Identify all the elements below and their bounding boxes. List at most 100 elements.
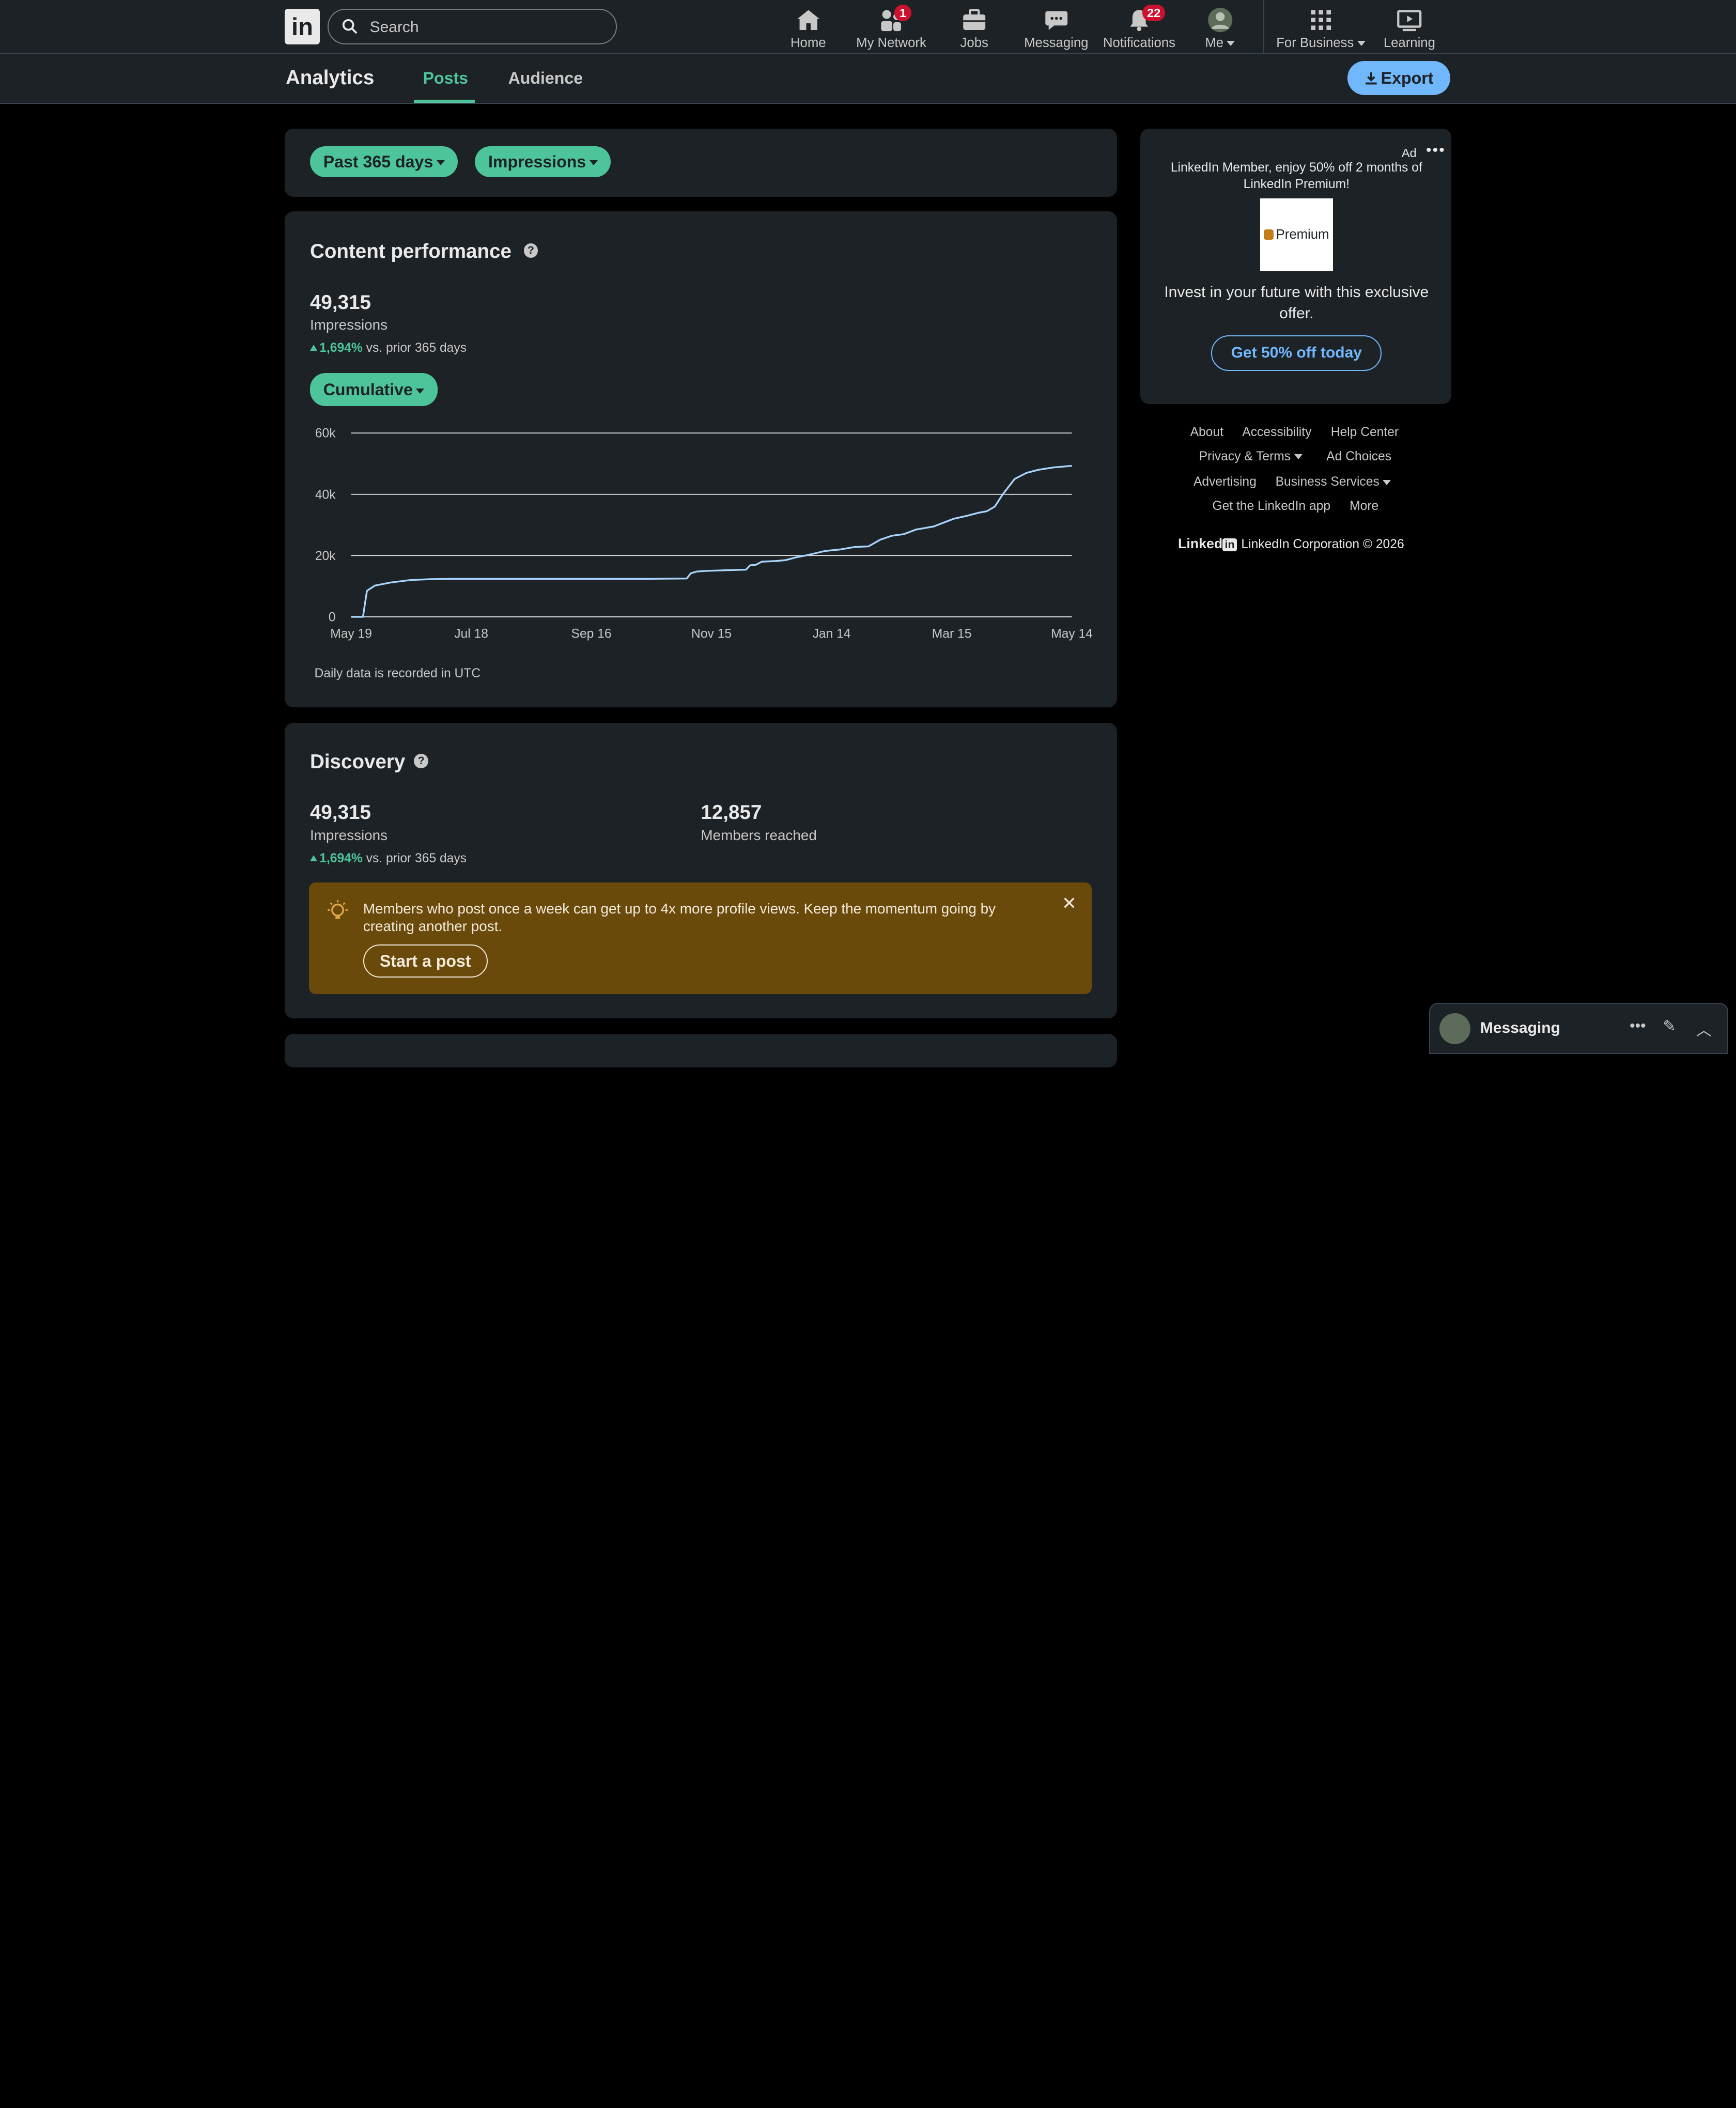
cumulative-toggle[interactable]: Cumulative [309,373,438,407]
nav-for-business-label: For Business [1273,36,1368,51]
tab-audience[interactable]: Audience [508,69,583,88]
chevron-down-icon [416,388,425,394]
x-tick-label: Jul 18 [454,627,488,641]
chevron-down-icon [1383,479,1391,485]
compose-icon[interactable]: ✎ [1663,1017,1676,1035]
members-reached-label: Members reached [701,827,817,843]
ad-label: Ad [1401,146,1417,160]
x-tick-label: Jan 14 [812,627,850,641]
nav-divider [1263,0,1265,54]
messaging-label: Messaging [1480,1019,1560,1037]
analytics-header: Analytics Posts Audience Export [0,54,1736,104]
search-placeholder: Search [369,19,419,36]
trend-up-icon [309,345,317,351]
copyright-text: LinkedIn Corporation © 2026 [1241,537,1404,552]
more-options-icon[interactable]: ••• [1426,142,1446,159]
notifications-badge: 22 [1142,4,1165,21]
search-icon [342,19,358,34]
chevron-down-icon [1294,454,1303,459]
close-icon[interactable]: ✕ [1062,893,1077,914]
section-title: Discovery [309,750,406,773]
footer-link-help-center[interactable]: Help Center [1331,425,1399,440]
impressions-label: Impressions [309,316,388,333]
y-tick-label: 20k [315,549,336,563]
nav-home[interactable]: Home [782,5,835,51]
premium-logo: Premium [1260,198,1333,271]
top-nav: in Search Home 1 My Network Jobs Messagi… [0,0,1736,54]
impressions-value: 49,315 [309,801,371,824]
utc-note: Daily data is recorded in UTC [314,666,481,680]
date-range-label: Past 365 days [323,152,433,171]
posting-tip-banner: Members who post once a week can get up … [308,882,1092,995]
nav-me[interactable]: Me [1198,5,1243,51]
nav-me-label: Me [1198,36,1243,51]
nav-messaging-label: Messaging [1024,35,1089,50]
linkedin-in-mark: in [1222,538,1237,552]
grid-icon [1311,10,1331,30]
linkedin-logo[interactable]: in [284,9,320,44]
nav-home-label: Home [790,35,826,50]
chevron-down-icon [1227,40,1235,46]
messaging-overlay[interactable]: Messaging ••• ✎ ︿ [1429,1003,1728,1054]
impressions-value: 49,315 [309,291,371,314]
active-tab-indicator [414,99,475,103]
nav-learning-label: Learning [1383,35,1435,50]
nav-for-business[interactable]: For Business [1273,5,1368,51]
section-title: Content performance [309,240,512,262]
linkedin-wordmark: Linked [1178,536,1223,552]
ad-cta-button[interactable]: Get 50% off today [1211,335,1382,371]
more-options-icon[interactable]: ••• [1630,1017,1646,1035]
help-icon[interactable]: ? [414,754,429,769]
footer-link-about[interactable]: About [1190,425,1223,440]
briefcase-icon [963,9,986,30]
cumulative-label: Cumulative [323,380,413,399]
footer-link-more[interactable]: More [1350,499,1378,514]
tab-posts[interactable]: Posts [423,69,468,88]
footer-link-business-services[interactable]: Business Services [1276,475,1391,489]
nav-notifications[interactable]: 22 Notifications [1100,4,1178,51]
nav-jobs-label: Jobs [960,35,988,50]
nav-my-network[interactable]: 1 My Network [853,4,930,51]
members-reached-value: 12,857 [701,801,762,824]
date-range-filter[interactable]: Past 365 days [309,146,458,177]
footer-link-accessibility[interactable]: Accessibility [1242,425,1311,440]
messaging-icon [1045,11,1067,30]
next-section-card [284,1034,1118,1067]
footer-link-get-app[interactable]: Get the LinkedIn app [1212,499,1330,514]
premium-ad-card: Ad ••• LinkedIn Member, enjoy 50% off 2 … [1140,128,1452,405]
x-tick-label: Nov 15 [691,627,732,641]
metric-filter[interactable]: Impressions [475,146,611,177]
footer-link-advertising[interactable]: Advertising [1194,475,1257,489]
corporation-notice: Linked in LinkedIn Corporation © 2026 [1178,536,1404,552]
impressions-label: Impressions [309,827,388,843]
impressions-delta: 1,694% vs. prior 365 days [309,851,467,866]
nav-learning[interactable]: Learning [1380,5,1439,51]
export-label: Export [1381,68,1434,87]
start-post-button[interactable]: Start a post [363,944,488,978]
premium-icon [1264,229,1274,240]
my-network-badge: 1 [894,4,911,21]
chevron-down-icon [436,160,445,165]
nav-jobs[interactable]: Jobs [950,5,999,51]
x-tick-label: May 19 [330,627,372,641]
search-input[interactable]: Search [328,9,617,44]
avatar [1207,7,1232,33]
footer-link-ad-choices[interactable]: Ad Choices [1326,450,1391,464]
nav-messaging[interactable]: Messaging [1021,5,1092,51]
nav-my-network-label: My Network [856,35,926,50]
footer-link-privacy-terms[interactable]: Privacy & Terms [1199,450,1303,464]
content-performance-card: Content performance ? 49,315 Impressions… [284,211,1118,708]
ad-body: Invest in your future with this exclusiv… [1164,284,1429,322]
help-icon[interactable]: ? [523,243,538,258]
chevron-down-icon [1357,40,1366,46]
x-tick-label: May 14 [1051,627,1093,641]
export-button[interactable]: Export [1347,60,1451,96]
chevron-up-icon[interactable]: ︿ [1696,1017,1712,1040]
download-icon [1365,72,1377,85]
impressions-line-chart: 0 20k 40k 60k May 19 Jul 18 Sep 16 Nov 15 Jan 14… [315,426,1093,641]
lightbulb-icon [328,900,348,919]
filters-card: Past 365 days Impressions [284,128,1118,197]
impressions-delta: 1,694% vs. prior 365 days [309,341,467,355]
ad-headline: LinkedIn Member, enjoy 50% off 2 months … [1170,160,1422,191]
learning-icon [1397,10,1422,31]
